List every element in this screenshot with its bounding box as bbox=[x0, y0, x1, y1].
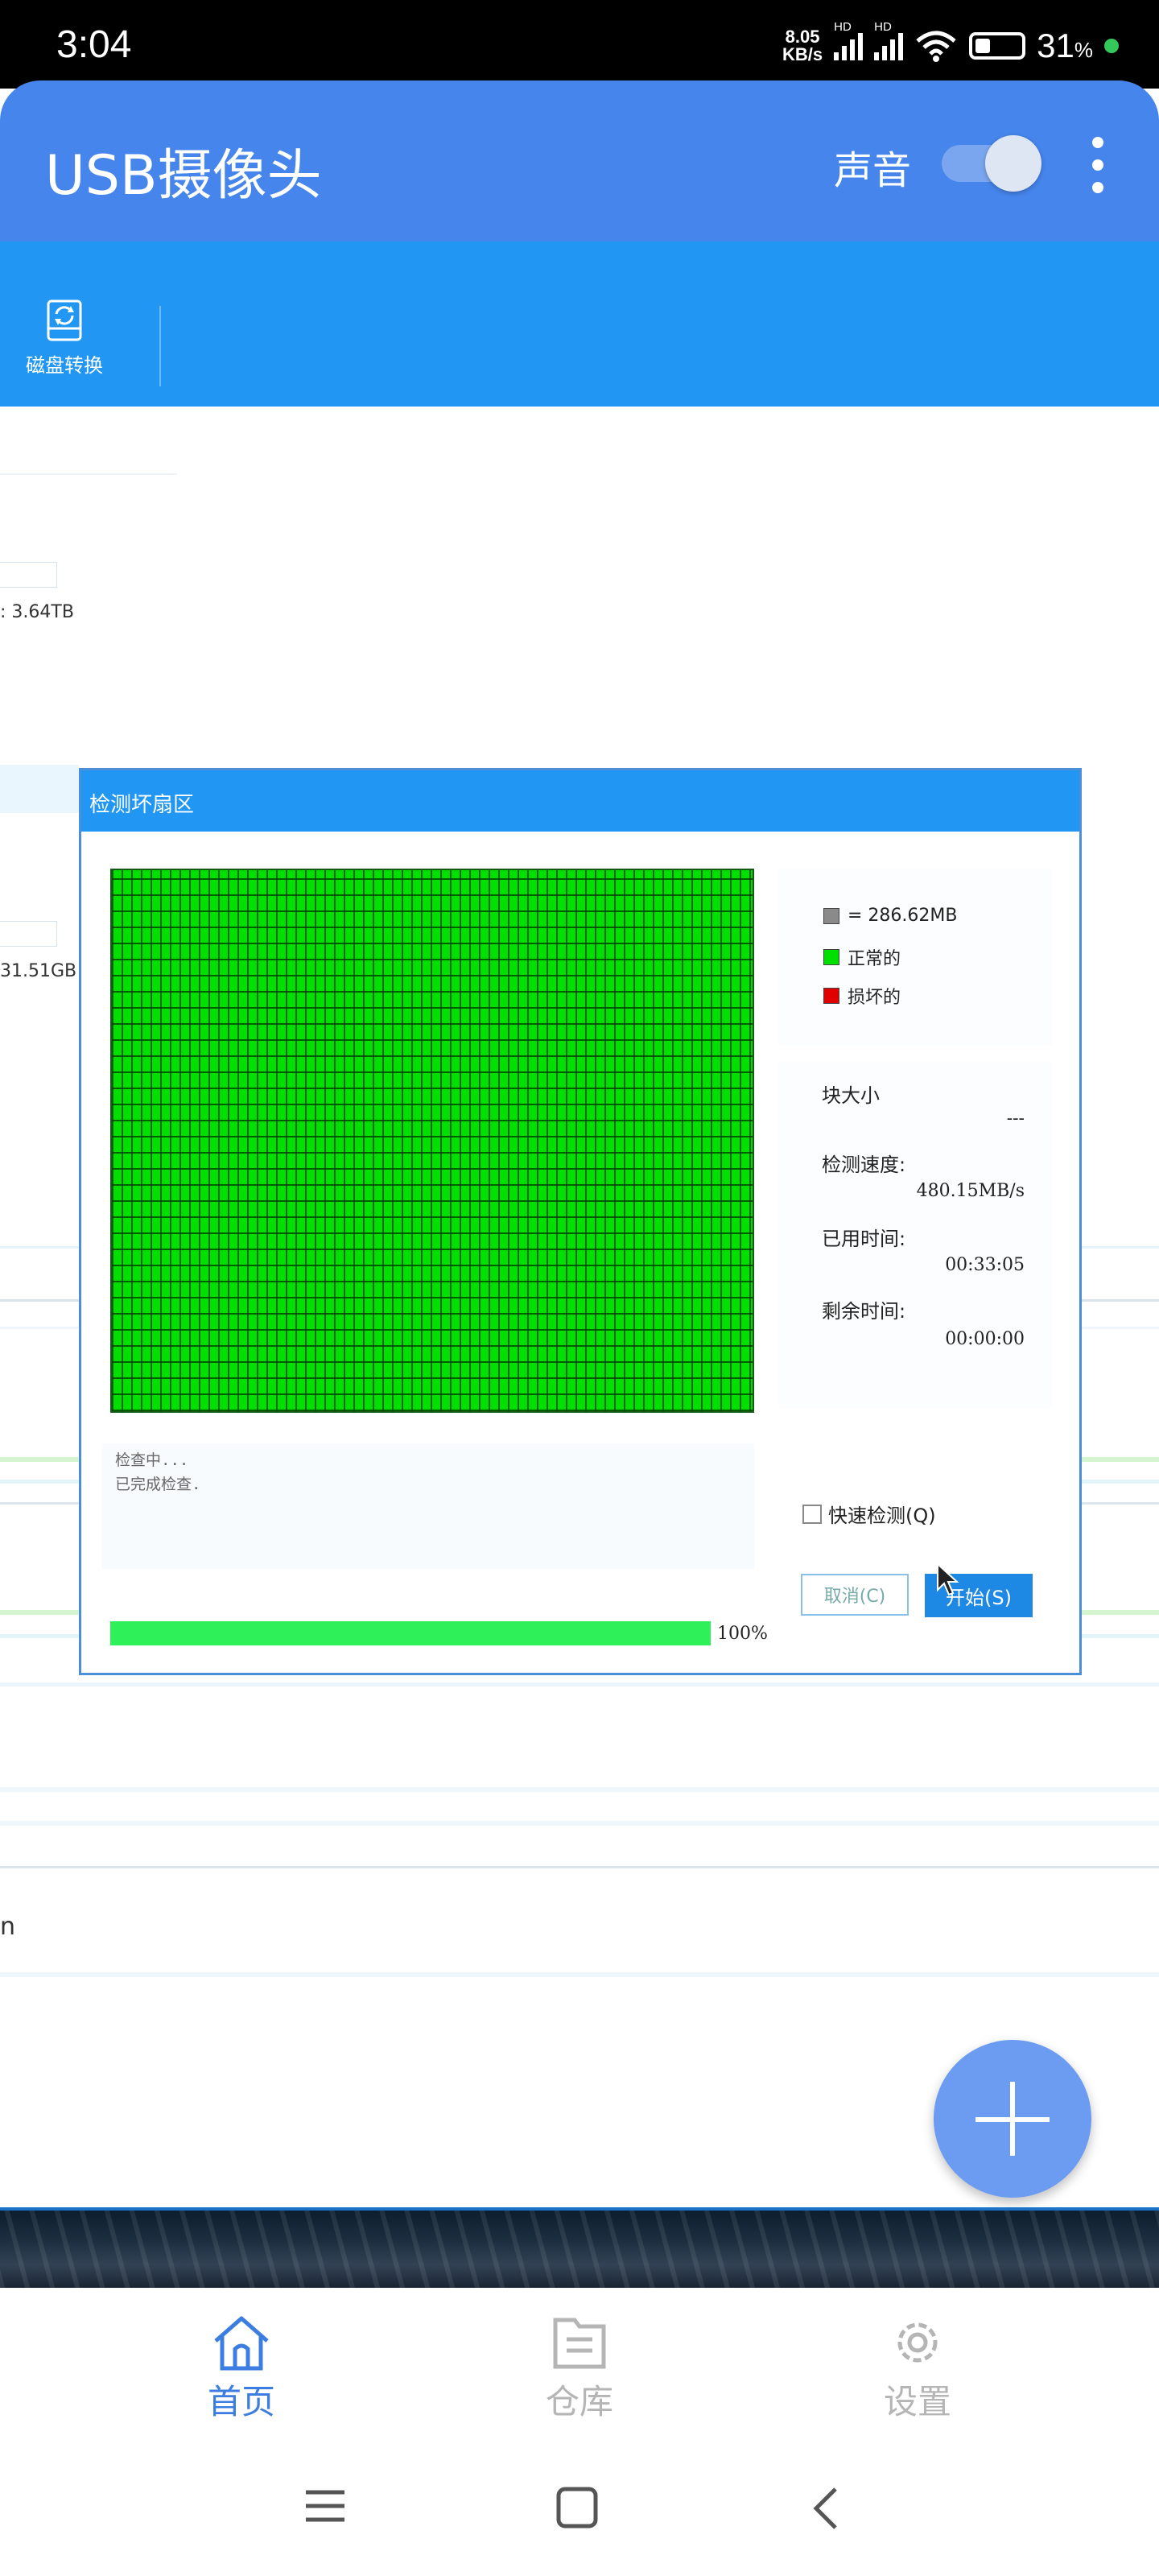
status-bar: 3:04 8.05 KB/s HD HD 31% bbox=[0, 0, 1159, 89]
dialog-header: 检测坏扇区 bbox=[81, 770, 1079, 832]
legend-item-damaged: 损坏的 bbox=[823, 983, 901, 1009]
legend-panel: = 286.62MB 正常的 损坏的 bbox=[778, 869, 1052, 1046]
sound-toggle-knob bbox=[985, 135, 1041, 192]
toolbar-divider bbox=[159, 306, 161, 386]
settings-gear-icon bbox=[897, 2322, 938, 2363]
legend-green-swatch-icon bbox=[823, 949, 839, 965]
status-icons: 8.05 KB/s HD HD 31% bbox=[782, 20, 1119, 66]
remaining-label: 剩余时间: bbox=[822, 1300, 906, 1323]
log-output: 检查中... 已完成检查. bbox=[102, 1443, 754, 1569]
battery-icon bbox=[969, 32, 1026, 60]
bg-divider bbox=[0, 473, 177, 475]
legend-gray-swatch-icon bbox=[823, 907, 839, 924]
quick-check-label: 快速检测(Q) bbox=[828, 1505, 936, 1527]
elapsed-label: 已用时间: bbox=[822, 1228, 906, 1250]
mouse-cursor-icon bbox=[937, 1563, 959, 1596]
bg-line bbox=[0, 1866, 1159, 1868]
bottom-navigation: 首页 仓库 设置 bbox=[0, 2288, 1159, 2433]
disk-convert-button[interactable]: 磁盘转换 bbox=[24, 298, 105, 378]
background-photo-strip bbox=[0, 2211, 1159, 2288]
log-line: 已完成检查. bbox=[115, 1476, 201, 1493]
bad-sector-dialog: 检测坏扇区 = 286.62MB 正常的 损坏的 块大小 --- 检测速度: 4… bbox=[79, 768, 1082, 1675]
status-time: 3:04 bbox=[56, 23, 132, 66]
bg-capacity-text-1: : 3.64TB bbox=[0, 602, 74, 622]
nav-item-settings[interactable]: 设置 bbox=[853, 2312, 982, 2424]
legend-label: 损坏的 bbox=[848, 988, 901, 1008]
bg-band bbox=[0, 765, 79, 813]
network-type-label: HD bbox=[834, 20, 852, 34]
nav-label-warehouse: 仓库 bbox=[545, 2382, 613, 2421]
home-icon bbox=[214, 2316, 269, 2371]
warehouse-icon bbox=[553, 2318, 606, 2369]
quick-check-checkbox[interactable] bbox=[802, 1504, 822, 1524]
bg-capacity-bar-2 bbox=[0, 921, 57, 947]
scan-progress-fill bbox=[110, 1621, 711, 1645]
nav-item-home[interactable]: 首页 bbox=[177, 2312, 306, 2424]
network-speed-unit: KB/s bbox=[782, 44, 823, 64]
sound-label: 声音 bbox=[834, 148, 912, 193]
remaining-value: 00:00:00 bbox=[945, 1329, 1025, 1349]
network-speed-value: 8.05 bbox=[785, 27, 820, 47]
block-size-value: --- bbox=[1006, 1108, 1025, 1129]
bg-capacity-bar-1 bbox=[0, 562, 57, 588]
scan-progress-bar bbox=[110, 1621, 711, 1645]
bg-capacity-text-2: 31.51GB bbox=[0, 961, 77, 981]
network-type-label: HD bbox=[874, 20, 892, 34]
sound-toggle[interactable] bbox=[942, 132, 1041, 193]
bg-line bbox=[0, 1682, 1159, 1686]
legend-label: 正常的 bbox=[848, 949, 901, 969]
disk-convert-icon bbox=[47, 299, 82, 341]
signal-1-icon: HD bbox=[834, 20, 864, 60]
back-icon[interactable] bbox=[810, 2486, 842, 2531]
signal-2-icon: HD bbox=[874, 20, 904, 60]
legend-item-normal: 正常的 bbox=[823, 944, 901, 970]
battery-percent: 31% bbox=[1037, 27, 1093, 64]
bg-partial-text: n bbox=[0, 1913, 16, 1941]
bg-line bbox=[0, 1787, 1159, 1792]
sector-map-grid bbox=[110, 869, 754, 1413]
app-title: USB摄像头 bbox=[45, 144, 322, 208]
quick-check-option[interactable]: 快速检测(Q) bbox=[802, 1500, 936, 1528]
cancel-button[interactable]: 取消(C) bbox=[801, 1574, 909, 1616]
app-bar: USB摄像头 声音 bbox=[0, 80, 1159, 242]
nav-item-warehouse[interactable]: 仓库 bbox=[515, 2312, 644, 2424]
bg-line bbox=[0, 1972, 1159, 1977]
speed-value: 480.15MB/s bbox=[916, 1181, 1025, 1201]
scan-progress-label: 100% bbox=[717, 1624, 768, 1644]
system-navigation-bar bbox=[0, 2433, 1159, 2576]
nav-label-home: 首页 bbox=[207, 2382, 275, 2421]
dialog-title: 检测坏扇区 bbox=[89, 793, 195, 817]
legend-red-swatch-icon bbox=[823, 988, 839, 1004]
disk-convert-label: 磁盘转换 bbox=[26, 354, 103, 377]
recent-apps-icon[interactable] bbox=[303, 2486, 348, 2526]
home-button-icon[interactable] bbox=[555, 2486, 600, 2531]
app-toolbar: 磁盘转换 bbox=[0, 242, 1159, 407]
charging-dot-icon bbox=[1104, 39, 1119, 53]
legend-label: = 286.62MB bbox=[848, 906, 958, 926]
network-speed: 8.05 KB/s bbox=[782, 28, 823, 64]
speed-label: 检测速度: bbox=[822, 1154, 906, 1176]
stats-panel: 块大小 --- 检测速度: 480.15MB/s 已用时间: 00:33:05 … bbox=[778, 1062, 1052, 1408]
more-menu-icon[interactable] bbox=[1083, 137, 1112, 193]
legend-item-block-size: = 286.62MB bbox=[823, 906, 957, 926]
add-fab-button[interactable] bbox=[934, 2040, 1091, 2198]
block-size-label: 块大小 bbox=[822, 1084, 880, 1107]
wifi-icon bbox=[916, 31, 956, 62]
bg-line bbox=[0, 1821, 1159, 1826]
nav-label-settings: 设置 bbox=[883, 2382, 951, 2421]
log-line: 检查中... bbox=[115, 1451, 189, 1469]
elapsed-value: 00:33:05 bbox=[945, 1255, 1025, 1275]
